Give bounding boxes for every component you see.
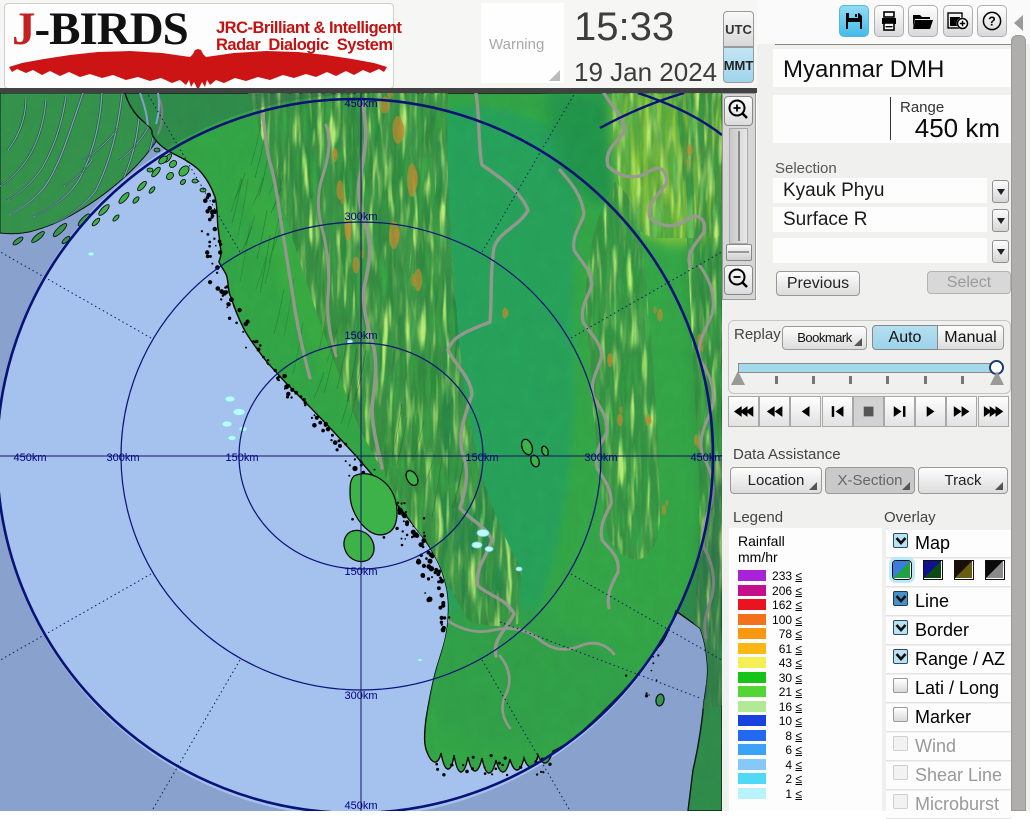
svg-text:150km: 150km <box>465 452 498 464</box>
svg-text:?: ? <box>988 15 996 29</box>
svg-text:450km: 450km <box>13 452 46 464</box>
svg-text:150km: 150km <box>344 566 377 578</box>
svg-text:300km: 300km <box>344 690 377 702</box>
svg-text:450km: 450km <box>690 452 722 464</box>
svg-text:300km: 300km <box>584 452 617 464</box>
svg-text:300km: 300km <box>344 211 377 223</box>
svg-text:150km: 150km <box>225 452 258 464</box>
svg-text:300km: 300km <box>106 452 139 464</box>
svg-text:450km: 450km <box>344 800 377 811</box>
svg-text:450km: 450km <box>344 98 377 110</box>
svg-text:150km: 150km <box>344 330 377 342</box>
